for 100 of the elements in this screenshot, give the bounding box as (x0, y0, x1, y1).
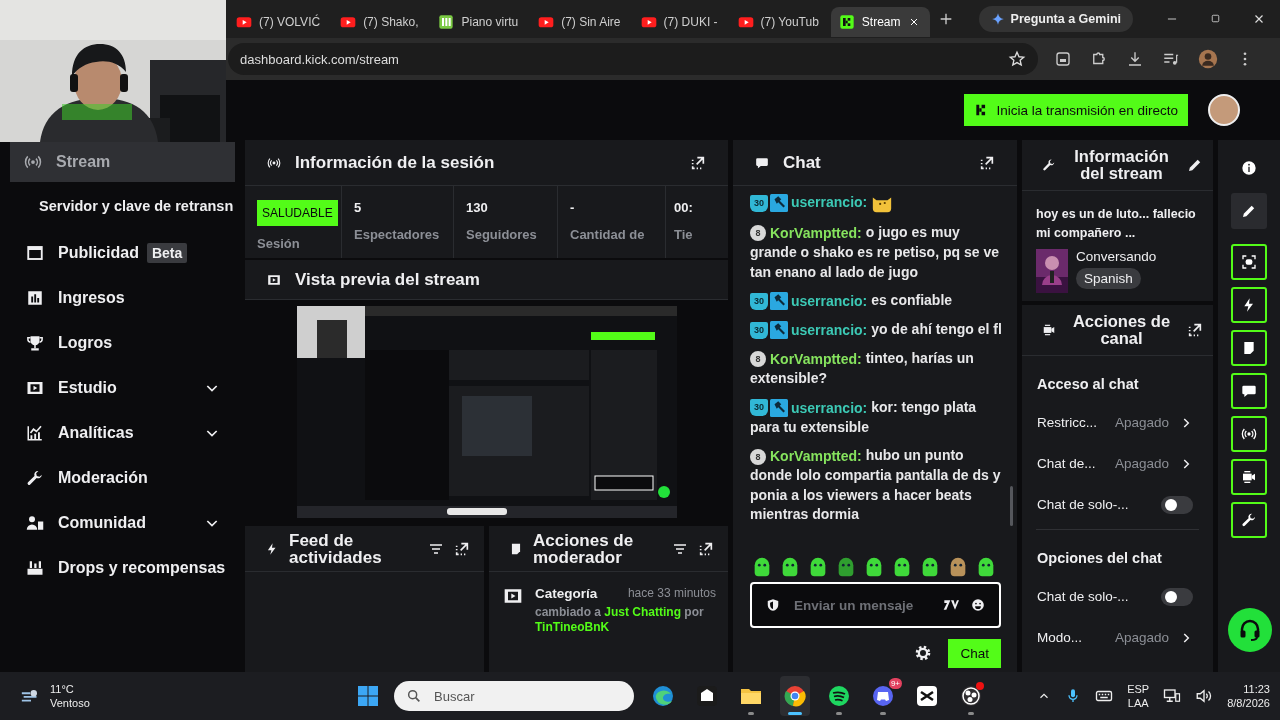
reading-mode-icon[interactable] (1054, 50, 1072, 68)
panel-title: Chat (783, 154, 822, 171)
popout-icon[interactable] (1187, 322, 1203, 338)
discord-icon (871, 684, 895, 708)
window-icon (26, 243, 44, 262)
browser-tab[interactable]: (7) VOLVIĆ (228, 7, 331, 37)
film-icon (267, 272, 281, 287)
sidebar-item[interactable]: Moderación (0, 455, 240, 500)
address-bar[interactable]: dashboard.kick.com/stream (228, 43, 1038, 75)
username[interactable]: userrancio: (791, 292, 868, 309)
bookmark-star-icon[interactable] (1008, 50, 1026, 68)
sidebar-item[interactable]: Comunidad (0, 500, 240, 545)
rail-button[interactable] (1231, 244, 1267, 280)
chat-send-button[interactable]: Chat (948, 638, 1001, 668)
profile-avatar-icon[interactable] (1198, 49, 1218, 69)
sidebar-item[interactable]: Logros (0, 320, 240, 365)
scrollbar[interactable] (1010, 486, 1013, 526)
rail-button[interactable] (1231, 330, 1267, 366)
popout-icon[interactable] (454, 540, 470, 557)
taskbar-search[interactable]: Buscar (394, 681, 634, 711)
spotify-icon (827, 684, 851, 708)
search-icon (406, 688, 422, 704)
message-input[interactable]: Enviar un mensaje (792, 596, 931, 614)
sidebar-item[interactable]: Analíticas (0, 410, 240, 455)
clock-date[interactable]: 8/8/2026 (1227, 696, 1270, 710)
sidebar-item[interactable]: Servidor y clave de retransn (0, 182, 240, 230)
rail-button[interactable] (1231, 459, 1267, 495)
support-button[interactable] (1228, 608, 1272, 652)
username[interactable]: KorVamptted: (770, 224, 862, 241)
sidebar-item[interactable]: Ingresos (0, 275, 240, 320)
settings-icon[interactable] (914, 644, 933, 662)
chat-message: 8 KorVamptted: o jugo es muy grande o shako es re petiso, pq se ve tan enano al lado de jugo (750, 223, 1000, 282)
setting-value[interactable]: Apagado (1114, 630, 1169, 645)
taskbar-app[interactable] (780, 676, 810, 716)
browser-tab[interactable]: (7) DUKI - (632, 7, 728, 37)
category-name[interactable]: Conversando (1076, 249, 1157, 264)
go-live-button[interactable]: Inicia la transmisión en directo (964, 94, 1188, 126)
popout-icon[interactable] (979, 154, 995, 171)
toggle-switch[interactable] (1161, 495, 1193, 514)
stat-label: Cantidad de (570, 227, 645, 242)
user-avatar[interactable] (1208, 94, 1240, 126)
sidebar-item[interactable]: Publicidad Beta (0, 230, 240, 275)
input-language[interactable]: ESP (1127, 682, 1150, 696)
browser-tab[interactable]: (7) YouTub (729, 7, 829, 37)
rail-button[interactable] (1231, 373, 1267, 409)
edit-icon[interactable] (1187, 157, 1203, 173)
rail-button[interactable] (1231, 193, 1267, 229)
edit-icon (1241, 203, 1257, 219)
chat-message: 30 userrancio: es confiable (750, 291, 1003, 312)
sidebar-item[interactable]: Stream (10, 142, 235, 182)
subscriber-badge: 30 (750, 399, 768, 417)
line-chart-icon (26, 423, 44, 442)
rail-button[interactable] (1231, 416, 1267, 452)
username[interactable]: userrancio: (791, 321, 868, 338)
search-input[interactable]: Buscar (432, 687, 622, 705)
rail-button[interactable] (1231, 502, 1267, 538)
setting-value[interactable]: Apagado (1114, 456, 1169, 471)
sidebar-item[interactable]: Estudio (0, 365, 240, 410)
username[interactable]: KorVamptted: (770, 350, 862, 367)
panel-title: Información del stream (1073, 148, 1170, 182)
popout-icon[interactable] (698, 540, 714, 557)
note-icon (1241, 340, 1257, 356)
network-icon[interactable] (1163, 687, 1182, 705)
wrench-icon (26, 468, 44, 487)
download-icon[interactable] (1126, 50, 1144, 68)
chrome-icon (783, 684, 807, 708)
clock-time[interactable]: 11:23 (1243, 682, 1270, 696)
gemini-button[interactable]: Pregunta a Gemini (978, 6, 1133, 32)
piano-icon (438, 14, 455, 30)
popout-icon[interactable] (690, 154, 706, 171)
username[interactable]: userrancio: (791, 194, 868, 211)
emoji-icon[interactable] (971, 598, 985, 612)
rail-button[interactable] (1231, 287, 1267, 323)
event-description: cambiado a Just Chatting por TinTineoBnK (535, 605, 705, 635)
seventv-icon[interactable] (943, 597, 959, 613)
message-field[interactable]: Enviar un mensaje (750, 582, 1001, 628)
maximize-icon[interactable] (1209, 12, 1222, 25)
user-link[interactable]: TinTineoBnK (535, 620, 610, 634)
kick-logo-icon (838, 14, 855, 30)
youtube-icon (640, 14, 657, 30)
username[interactable]: KorVamptted: (770, 447, 862, 464)
setting-label: Modo... (1037, 630, 1084, 645)
browser-tab[interactable]: Stream (830, 7, 930, 37)
headset-icon (1238, 618, 1262, 642)
keyboard-layout[interactable]: LAA (1127, 696, 1149, 710)
hammer-icon (770, 399, 788, 417)
toggle-switch[interactable] (1161, 587, 1193, 606)
setting-label: Chat de... (1037, 456, 1097, 471)
start-icon[interactable] (356, 684, 380, 708)
stream-title: hoy es un de luto... fallecio mi compañero ... (1036, 206, 1197, 242)
category-link[interactable]: Just Chatting (604, 605, 682, 619)
browser-tab[interactable]: Piano virtu (430, 7, 529, 37)
sidebar-item[interactable]: Drops y recompensas (0, 545, 240, 590)
username[interactable]: userrancio: (791, 399, 868, 416)
browser-tab[interactable]: (7) Sin Aire (530, 7, 631, 37)
setting-label: Chat de solo-... (1037, 497, 1130, 512)
panel-title: Feed de actividades (289, 531, 383, 566)
setting-value[interactable]: Apagado (1114, 415, 1169, 430)
browser-tab[interactable]: (7) Shako, (332, 7, 429, 37)
volume-icon[interactable] (1195, 687, 1214, 705)
